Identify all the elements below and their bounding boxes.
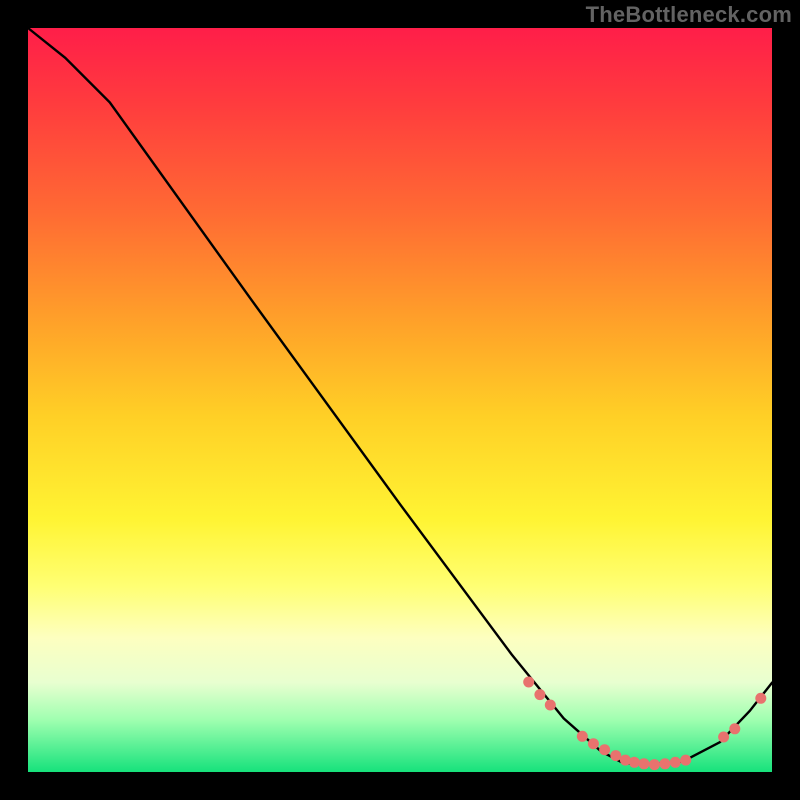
chart-frame: TheBottleneck.com	[0, 0, 800, 800]
bottleneck-curve	[28, 28, 772, 765]
curve-marker	[610, 750, 621, 761]
watermark-text: TheBottleneck.com	[586, 2, 792, 28]
curve-marker	[577, 731, 588, 742]
curve-marker	[523, 677, 534, 688]
curve-marker	[680, 755, 691, 766]
curve-marker	[534, 689, 545, 700]
curve-marker	[659, 758, 670, 769]
curve-marker	[545, 700, 556, 711]
curve-marker	[639, 758, 650, 769]
curve-marker	[629, 757, 640, 768]
curve-marker	[599, 744, 610, 755]
curve-marker	[718, 732, 729, 743]
curve-marker	[588, 738, 599, 749]
curve-marker-group	[523, 677, 766, 771]
curve-marker	[670, 757, 681, 768]
curve-marker	[729, 723, 740, 734]
curve-marker	[755, 693, 766, 704]
chart-svg	[28, 28, 772, 772]
curve-marker	[649, 759, 660, 770]
